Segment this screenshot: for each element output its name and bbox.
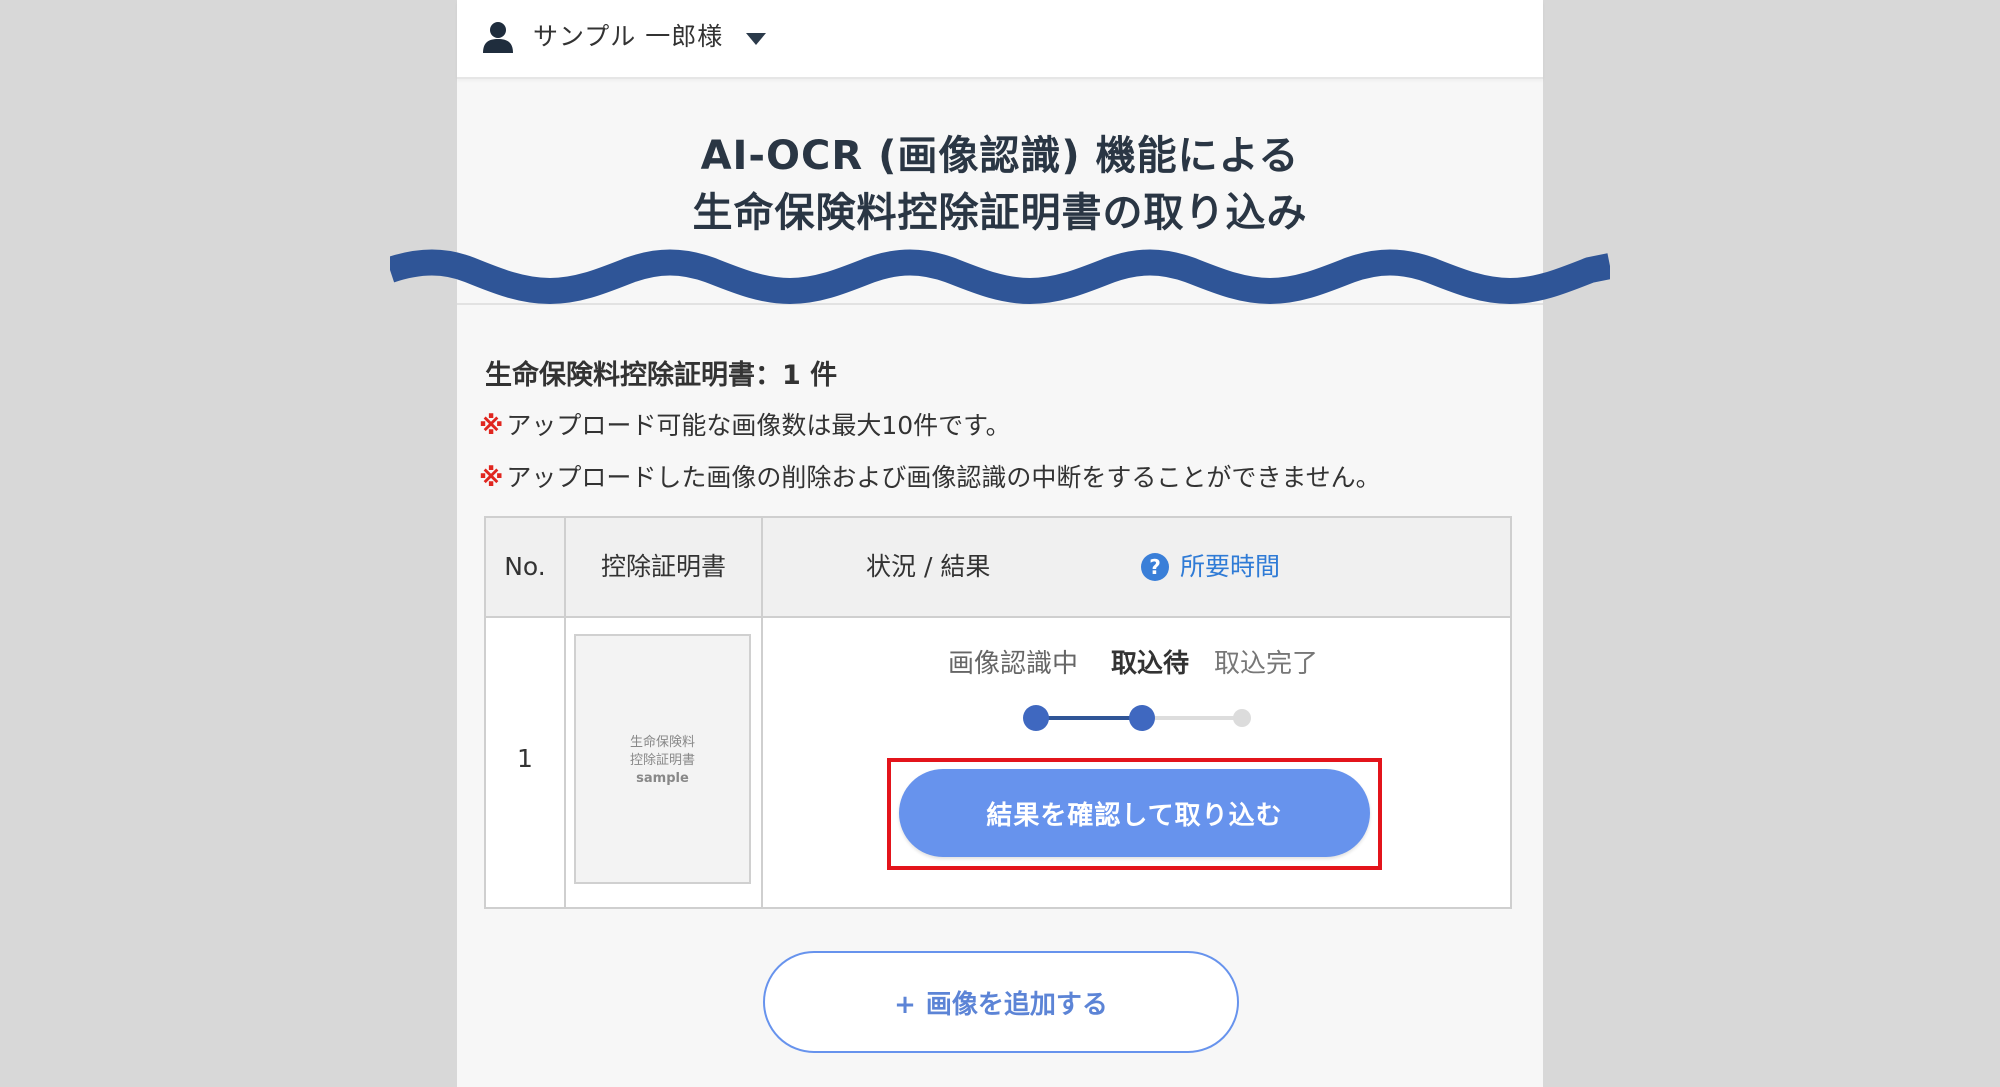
column-header-certificate: 控除証明書 bbox=[600, 552, 726, 581]
add-image-button[interactable]: + 画像を追加する bbox=[763, 951, 1239, 1053]
user-name[interactable]: サンプル 一郎様 bbox=[533, 19, 723, 55]
step-awaiting-import: 取込待 bbox=[1111, 649, 1190, 679]
thumbnail-line: 控除証明書 bbox=[629, 753, 695, 768]
progress-dot-3 bbox=[1233, 709, 1251, 727]
note-mark: ※ bbox=[479, 463, 504, 492]
progress-indicator bbox=[1023, 705, 1251, 731]
note-no-delete: ※ アップロードした画像の削除および画像認識の中断をすることができません。 bbox=[479, 459, 1381, 497]
note-max-images: ※ アップロード可能な画像数は最大10件です。 bbox=[479, 407, 1011, 445]
required-time-link[interactable]: 所要時間 bbox=[1180, 548, 1280, 586]
chevron-down-icon[interactable] bbox=[745, 32, 767, 46]
page-title-line2: 生命保険料控除証明書の取り込み bbox=[692, 190, 1308, 236]
help-icon[interactable]: ? bbox=[1140, 552, 1170, 582]
main-panel: サンプル 一郎様 AI-OCR (画像認識) 機能による 生命保険料控除証明書の… bbox=[457, 0, 1543, 1087]
svg-text:?: ? bbox=[1149, 555, 1161, 579]
wave-path bbox=[390, 249, 1610, 305]
header-bar: サンプル 一郎様 bbox=[457, 0, 1543, 79]
certificate-count: 生命保険料控除証明書：1 件 bbox=[485, 360, 838, 391]
user-icon bbox=[483, 22, 513, 53]
column-header-no: No. bbox=[504, 552, 546, 581]
thumbnail-sample-label: sample bbox=[636, 771, 689, 786]
column-divider bbox=[761, 518, 763, 907]
progress-dot-2 bbox=[1129, 705, 1155, 731]
step-recognizing: 画像認識中 bbox=[948, 649, 1079, 679]
page-title-line1: AI-OCR (画像認識) 機能による bbox=[700, 133, 1300, 179]
note-text: アップロードした画像の削除および画像認識の中断をすることができません。 bbox=[506, 463, 1381, 492]
thumbnail-line: 生命保険料 bbox=[629, 735, 695, 750]
add-image-label: 画像を追加する bbox=[925, 989, 1108, 1020]
note-mark: ※ bbox=[479, 411, 504, 440]
confirm-import-button[interactable]: 結果を確認して取り込む bbox=[899, 769, 1370, 857]
step-import-complete: 取込完了 bbox=[1214, 649, 1319, 679]
row-number: 1 bbox=[517, 744, 533, 773]
table-header: No. 控除証明書 状況 / 結果 ? 所要時間 bbox=[486, 518, 1510, 618]
note-text: アップロード可能な画像数は最大10件です。 bbox=[506, 411, 1011, 440]
progress-dot-1 bbox=[1023, 705, 1049, 731]
plus-icon: + bbox=[894, 989, 916, 1020]
wave-decoration bbox=[390, 249, 1610, 305]
column-header-status: 状況 / 結果 bbox=[866, 552, 991, 581]
certificate-thumbnail[interactable]: 生命保険料 控除証明書 sample bbox=[574, 634, 751, 884]
column-divider bbox=[564, 518, 566, 907]
thumbnail-caption: 生命保険料 控除証明書 sample bbox=[576, 734, 749, 788]
certificate-table: No. 控除証明書 状況 / 結果 ? 所要時間 1 生命保険料 控除証明書 s… bbox=[484, 516, 1512, 909]
